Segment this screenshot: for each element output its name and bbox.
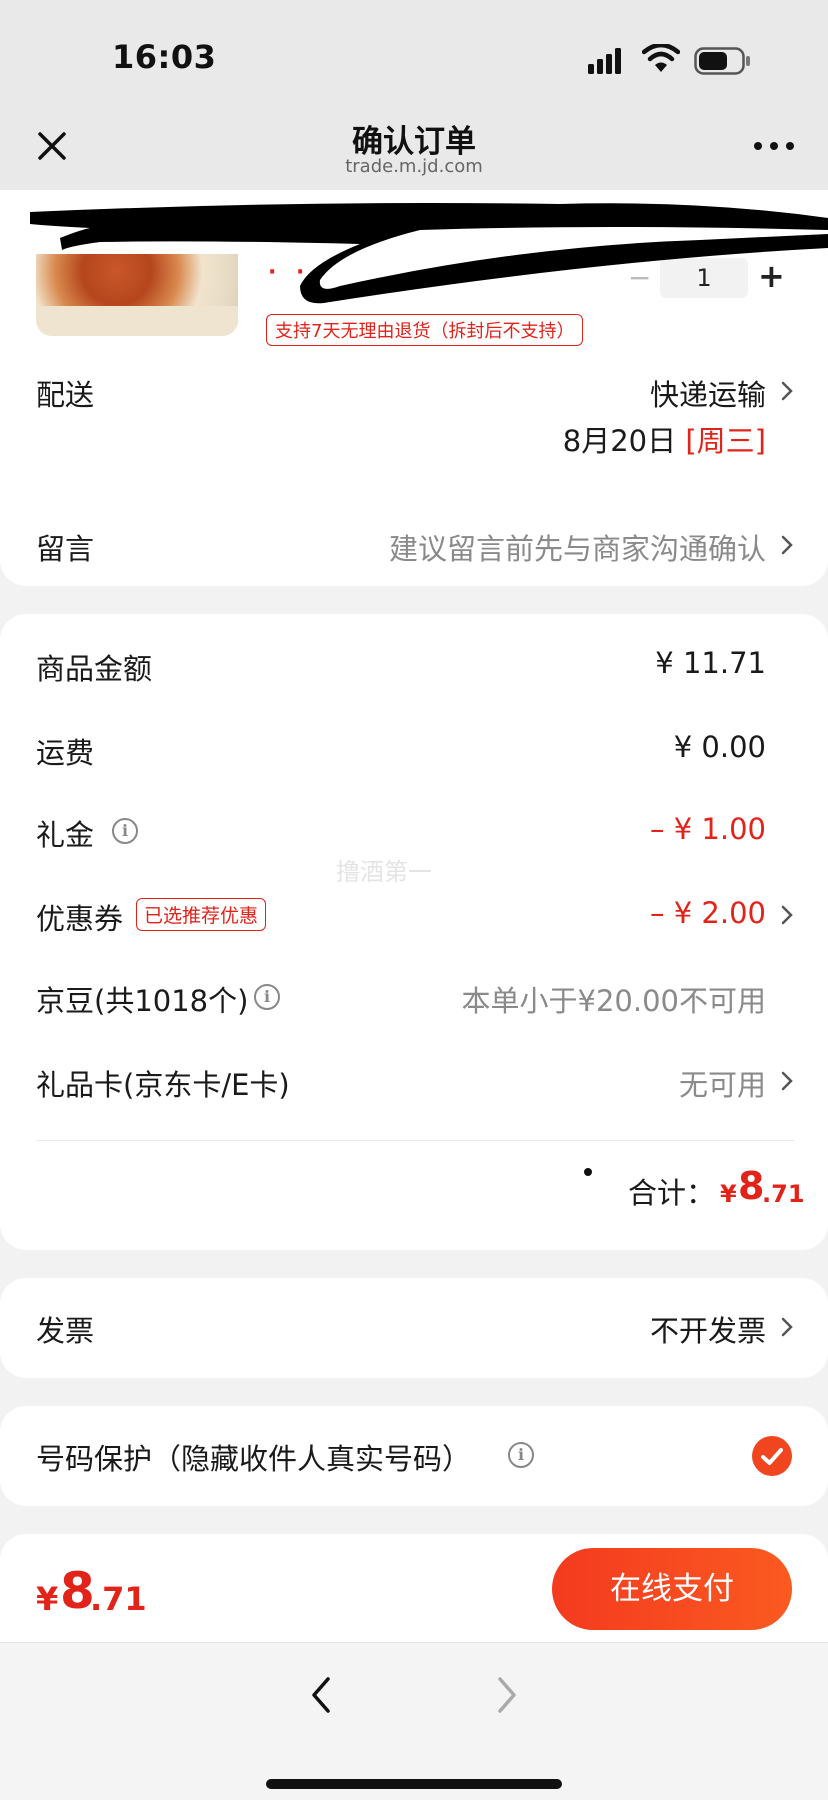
number-protection-label: 号码保护（隐藏收件人真实号码） [36, 1442, 472, 1476]
chevron-right-icon[interactable] [780, 380, 794, 402]
pay-amount-decimal: .71 [90, 1580, 147, 1618]
info-icon[interactable]: i [112, 818, 138, 844]
info-icon[interactable]: i [508, 1442, 534, 1468]
battery-icon [694, 47, 750, 75]
total-amount-integer: 8 [738, 1164, 765, 1208]
shipping-label: 运费 [36, 736, 95, 770]
delivery-label: 配送 [36, 378, 95, 412]
delivery-method[interactable]: 快递运输 [650, 372, 766, 414]
coupon-value[interactable]: – ¥ 2.00 [650, 896, 766, 930]
forward-arrow-icon[interactable] [492, 1673, 522, 1717]
online-pay-button[interactable]: 在线支付 [552, 1548, 792, 1630]
page-url: trade.m.jd.com [345, 156, 483, 177]
gift-card-value[interactable]: 无可用 [679, 1062, 766, 1104]
cellular-signal-icon [588, 48, 621, 74]
message-label: 留言 [36, 532, 95, 566]
gift-cash-value: – ¥ 1.00 [650, 812, 766, 846]
status-bar: 16:03 [0, 0, 828, 100]
number-protection-card: 号码保护（隐藏收件人真实号码） i [0, 1406, 828, 1506]
invoice-card[interactable]: 发票 不开发票 [0, 1278, 828, 1378]
back-arrow-icon[interactable] [306, 1673, 336, 1717]
redaction-scribble [30, 203, 828, 304]
page-title: 确认订单 [352, 124, 476, 160]
browser-toolbar [0, 1642, 828, 1800]
checkmark-icon [761, 1448, 783, 1465]
order-item-card: · · − 1 + 支持7天无理由退货（拆封后不支持） 配送 快递运输 8月20… [0, 190, 828, 586]
more-icon[interactable] [752, 138, 796, 154]
chevron-right-icon[interactable] [780, 904, 794, 926]
total-label: 合计： [628, 1176, 716, 1210]
stray-dot [584, 1168, 592, 1176]
return-policy-tag: 支持7天无理由退货（拆封后不支持） [266, 314, 584, 346]
status-time: 16:03 [112, 38, 217, 76]
shipping-value: ¥ 0.00 [673, 730, 766, 764]
message-input[interactable]: 建议留言前先与商家沟通确认 [389, 526, 766, 568]
watermark-text: 撸酒第一 [336, 858, 432, 886]
gift-cash-label: 礼金 [36, 818, 95, 852]
payment-bar: ¥ 8 .71 在线支付 [0, 1534, 828, 1642]
total-currency: ¥ [720, 1180, 737, 1208]
jd-beans-label: 京豆(共1018个) [36, 984, 249, 1018]
info-icon[interactable]: i [254, 984, 280, 1010]
chevron-right-icon[interactable] [780, 1070, 794, 1092]
delivery-date-row: 8月20日 [周三] [563, 418, 766, 460]
pay-currency: ¥ [36, 1580, 59, 1618]
invoice-label: 发票 [36, 1314, 95, 1348]
invoice-value[interactable]: 不开发票 [650, 1308, 766, 1350]
wifi-icon [642, 44, 680, 72]
nav-bar: 确认订单 trade.m.jd.com [0, 100, 828, 190]
home-indicator[interactable] [266, 1779, 562, 1789]
total-amount-decimal: .71 [762, 1180, 805, 1208]
goods-amount-value: ¥ 11.71 [655, 646, 766, 680]
jd-beans-value: 本单小于¥20.00不可用 [461, 984, 766, 1018]
coupon-label: 优惠券 [36, 902, 124, 936]
gift-card-label: 礼品卡(京东卡/E卡) [36, 1068, 290, 1102]
number-protection-checkbox[interactable] [752, 1436, 792, 1476]
delivery-weekday: [周三] [685, 424, 766, 458]
price-summary-card: 撸酒第一 商品金额 ¥ 11.71 运费 ¥ 0.00 礼金 i – ¥ 1.0… [0, 614, 828, 1250]
chevron-right-icon[interactable] [780, 1316, 794, 1338]
divider [36, 1140, 794, 1141]
goods-amount-label: 商品金额 [36, 652, 153, 686]
chevron-right-icon[interactable] [780, 534, 794, 556]
delivery-date: 8月20日 [562, 424, 677, 458]
coupon-recommended-tag: 已选推荐优惠 [136, 898, 267, 931]
